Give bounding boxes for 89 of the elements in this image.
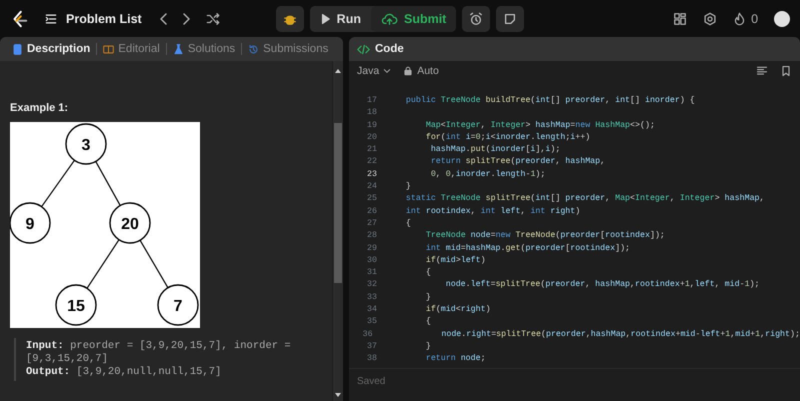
chevron-left-icon — [158, 12, 168, 26]
bookmark-button[interactable] — [780, 65, 792, 77]
flask-icon — [172, 44, 184, 54]
code-line: return node; — [424, 353, 486, 366]
line-number: 33 — [366, 292, 378, 304]
line-number: 30 — [366, 254, 378, 267]
binary-tree-diagram: 3 9 20 15 7 — [10, 122, 200, 328]
tab[interactable]: Description — [6, 43, 96, 55]
code-line: if(mid<right) — [424, 304, 491, 316]
code-line: static TreeNode splitTree(int[] preorder, Map<Integer, Integer> hashMap, — [404, 193, 765, 206]
code-line: TreeNode node=new TreeNode(preorder[rootindex]); — [424, 230, 665, 242]
book-icon — [103, 44, 114, 54]
alarm-clock-icon — [469, 12, 484, 26]
auto-mode-button[interactable]: Auto — [403, 65, 439, 77]
code-brackets-icon — [357, 42, 370, 56]
line-number: 34 — [366, 304, 378, 316]
cloud-upload-icon — [380, 12, 398, 26]
lock-icon — [403, 66, 414, 76]
settings-icon — [703, 12, 718, 26]
code-line: 0, 0,inorder.length-1); — [430, 168, 546, 181]
line-number: 28 — [366, 230, 378, 242]
save-status: Saved — [357, 376, 386, 386]
settings-button[interactable] — [703, 12, 718, 26]
submit-button[interactable]: Submit — [370, 6, 456, 32]
line-number: 19 — [366, 120, 378, 132]
code-line: } — [424, 340, 431, 353]
shuffle-button[interactable] — [206, 12, 221, 26]
code-line: int mid=hashMap.get(preorder[rootindex]); — [424, 242, 630, 255]
line-number: 31 — [366, 267, 378, 280]
next-button[interactable] — [182, 12, 192, 26]
line-number: 38 — [366, 353, 378, 366]
avatar[interactable] — [774, 10, 790, 26]
line-number: 24 — [366, 181, 378, 194]
line-number: 25 — [366, 193, 378, 206]
code-line: } — [404, 181, 411, 194]
history-icon — [248, 44, 260, 54]
flame-icon — [733, 12, 746, 26]
grid-icon — [673, 12, 688, 26]
line-number: 36 — [362, 328, 374, 341]
list-icon — [44, 12, 58, 26]
doc-icon — [12, 44, 23, 54]
note-icon — [503, 12, 518, 26]
code-line: if(mid>left) — [424, 254, 486, 267]
tab[interactable]: Editorial — [97, 43, 166, 55]
code-line: { — [404, 218, 411, 230]
tab[interactable]: Solutions — [166, 43, 242, 55]
tab[interactable]: Submissions — [242, 43, 334, 55]
format-button[interactable] — [756, 65, 768, 77]
code-line: public TreeNode buildTree(int[] preorder, int[] inorder) { — [404, 95, 695, 107]
align-left-icon — [756, 65, 768, 77]
code-line: node.right=splitTree(preorder,hashMap,rootindex+mid-left+1,mid+1,right); — [440, 328, 800, 341]
code-line: int rootindex, int left, int right) — [404, 206, 580, 218]
notes-button[interactable] — [496, 6, 524, 32]
line-number: 21 — [366, 144, 378, 156]
line-number: 27 — [366, 218, 378, 230]
layout-button[interactable] — [673, 12, 688, 26]
line-number: 17 — [366, 95, 378, 107]
streak-counter[interactable]: 0 — [733, 12, 758, 26]
code-panel-header: Code — [349, 37, 800, 61]
code-line: Map<Integer, Integer> hashMap=new HashMap<>(); — [424, 120, 655, 132]
chevron-down-icon — [383, 67, 392, 75]
shuffle-icon — [206, 12, 221, 26]
line-number: 29 — [366, 242, 378, 255]
line-number: 37 — [366, 340, 378, 353]
language-dropdown[interactable]: Java — [357, 65, 392, 77]
code-line: } — [424, 292, 431, 304]
code-line: { — [424, 267, 431, 280]
example-heading: Example 1: — [10, 102, 70, 114]
play-icon — [320, 12, 331, 24]
alarm-clock-button[interactable] — [462, 6, 490, 32]
previous-button[interactable] — [158, 12, 168, 26]
line-number: 20 — [366, 132, 378, 144]
code-line: { — [424, 316, 431, 328]
chevron-right-icon — [182, 12, 192, 26]
code-line: return splitTree(preorder, hashMap, — [430, 156, 606, 168]
line-number: 18 — [366, 107, 378, 120]
problem-list-button[interactable]: Problem List — [40, 12, 146, 26]
scrollbar[interactable] — [332, 61, 343, 401]
line-number: 32 — [366, 279, 378, 292]
code-line: node.left=splitTree(preorder, hashMap,rootindex+1,left, mid-1); — [444, 279, 760, 292]
code-line: for(int i=0;i<inorder.length;i++) — [424, 132, 590, 144]
line-number: 35 — [366, 316, 378, 328]
line-number: 26 — [366, 206, 378, 218]
example-box: Input: preorder = [3,9,20,15,7], inorder = [9,3,15,20,7] Output: [3,9,20,null,null,15,7] — [14, 338, 322, 381]
bookmark-icon — [780, 65, 792, 77]
line-number: 22 — [366, 156, 378, 168]
debug-button[interactable] — [276, 6, 304, 32]
line-number: 23 — [366, 168, 378, 181]
code-line: hashMap.put(inorder[i],i); — [430, 144, 560, 156]
